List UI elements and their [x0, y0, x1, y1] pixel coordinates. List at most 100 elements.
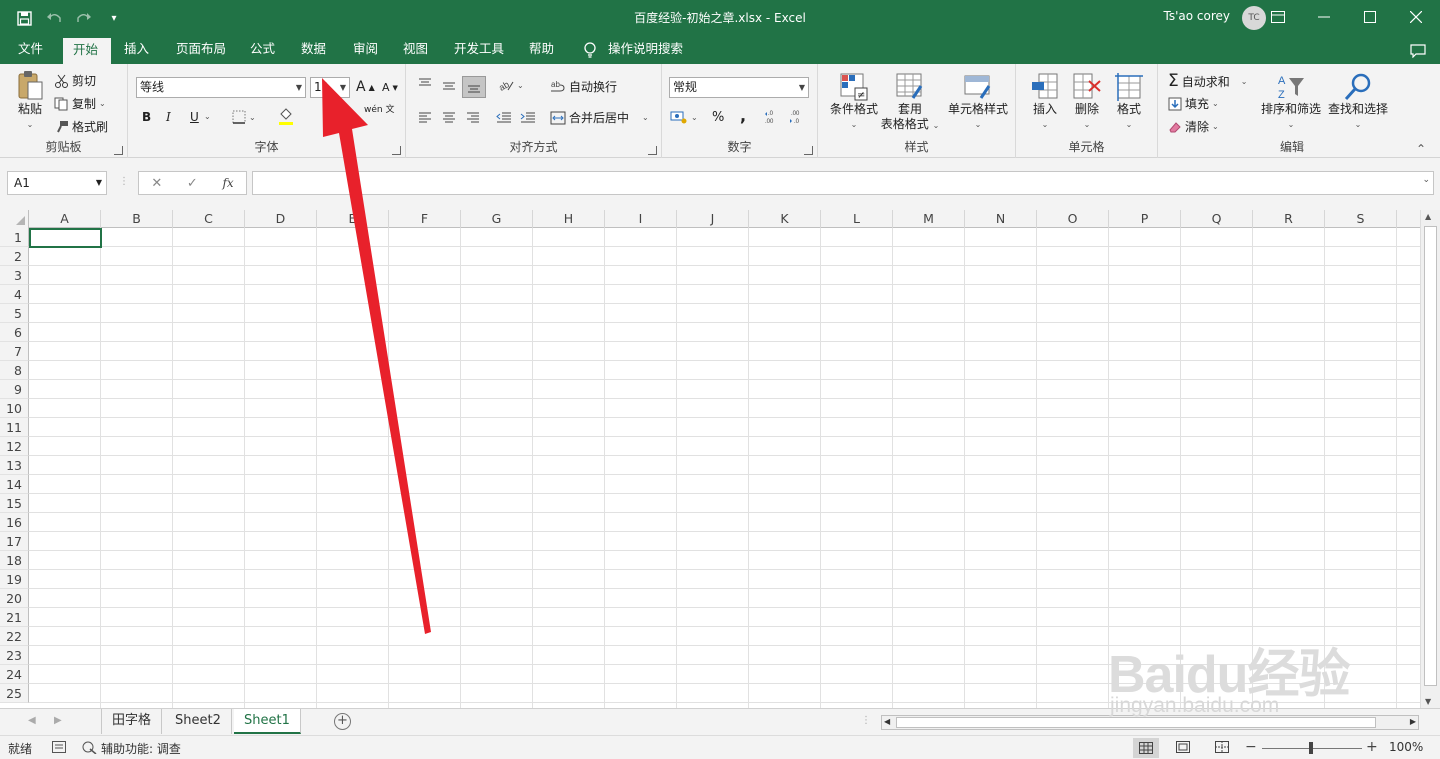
- accessibility-status[interactable]: 辅助功能: 调查: [101, 740, 181, 757]
- grow-font-button[interactable]: A ▲: [356, 79, 375, 95]
- column-header[interactable]: S: [1325, 210, 1397, 228]
- fill-color-button[interactable]: [278, 108, 294, 126]
- name-box[interactable]: A1 ▼: [7, 171, 107, 195]
- zoom-out-icon[interactable]: −: [1245, 739, 1257, 755]
- sheet-tab-sheet1[interactable]: Sheet1: [234, 709, 301, 734]
- row-header[interactable]: 12: [0, 437, 29, 456]
- scroll-left-icon[interactable]: ◀: [884, 717, 890, 726]
- border-button[interactable]: ⌄: [232, 110, 256, 124]
- tab-formulas[interactable]: 公式: [240, 36, 285, 64]
- align-left-icon[interactable]: [418, 111, 432, 123]
- column-header[interactable]: L: [821, 210, 893, 228]
- row-header[interactable]: 19: [0, 570, 29, 589]
- collapse-ribbon-icon[interactable]: ⌃: [1416, 142, 1426, 156]
- align-top-icon[interactable]: [418, 78, 432, 90]
- column-header[interactable]: M: [893, 210, 965, 228]
- decrease-decimal-icon[interactable]: .00.0: [788, 109, 806, 125]
- comma-button[interactable]: ,: [740, 106, 746, 125]
- cancel-icon[interactable]: ✕: [151, 176, 162, 191]
- column-header[interactable]: G: [461, 210, 533, 228]
- column-header[interactable]: A: [29, 210, 101, 228]
- tab-file[interactable]: 文件: [8, 36, 53, 64]
- dialog-launcher-icon[interactable]: [392, 146, 401, 155]
- macro-record-icon[interactable]: [52, 741, 66, 756]
- row-header[interactable]: 9: [0, 380, 29, 399]
- conditional-formatting-button[interactable]: ≠ 条件格式 ⌄: [824, 72, 884, 132]
- row-header[interactable]: 14: [0, 475, 29, 494]
- sheet-tab-sheet2[interactable]: Sheet2: [165, 709, 232, 734]
- orientation-button[interactable]: ab ⌄: [498, 78, 524, 92]
- wrap-text-button[interactable]: ab 自动换行: [550, 78, 617, 95]
- shrink-font-button[interactable]: A ▼: [382, 81, 398, 94]
- percent-button[interactable]: %: [712, 110, 724, 125]
- align-bottom-icon[interactable]: [462, 76, 486, 98]
- worksheet-grid[interactable]: ABCDEFGHIJKLMNOPQRS 1 2 3 4 5 6 7 8 9 10 11 12 13 14 1…: [0, 210, 1420, 708]
- align-middle-icon[interactable]: [442, 80, 456, 92]
- tab-insert[interactable]: 插入: [114, 36, 159, 64]
- column-header[interactable]: Q: [1181, 210, 1253, 228]
- row-header[interactable]: 24: [0, 665, 29, 684]
- increase-decimal-icon[interactable]: .0.00: [764, 109, 782, 125]
- insert-cells-button[interactable]: 插入 ⌄: [1026, 72, 1064, 132]
- column-header[interactable]: F: [389, 210, 461, 228]
- autosum-button[interactable]: Σ 自动求和 ⌄: [1168, 71, 1247, 91]
- expand-formula-icon[interactable]: ⌄: [1422, 175, 1430, 185]
- selected-cell[interactable]: [29, 228, 102, 248]
- maximize-icon[interactable]: [1356, 4, 1384, 30]
- zoom-level[interactable]: 100%: [1389, 740, 1423, 754]
- row-header[interactable]: 22: [0, 627, 29, 646]
- column-header[interactable]: C: [173, 210, 245, 228]
- font-size-select[interactable]: 11 ▼: [310, 77, 350, 98]
- dialog-launcher-icon[interactable]: [804, 146, 813, 155]
- vertical-scroll-thumb[interactable]: [1424, 226, 1437, 686]
- tab-split-grip[interactable]: ⋮: [861, 715, 871, 726]
- align-center-icon[interactable]: [442, 111, 456, 123]
- format-as-table-button[interactable]: 套用 表格格式 ⌄: [878, 72, 942, 133]
- comment-icon[interactable]: [1404, 38, 1432, 64]
- column-header[interactable]: N: [965, 210, 1037, 228]
- row-header[interactable]: 7: [0, 342, 29, 361]
- copy-button[interactable]: 复制 ⌄: [54, 95, 106, 112]
- row-header[interactable]: 25: [0, 684, 29, 703]
- row-header[interactable]: 16: [0, 513, 29, 532]
- minimize-icon[interactable]: [1310, 4, 1338, 30]
- paste-button[interactable]: 粘贴 ⌄: [12, 70, 48, 132]
- sheet-tab-tianzige[interactable]: 田字格: [101, 709, 163, 734]
- tab-home[interactable]: 开始: [63, 36, 111, 64]
- tab-developer[interactable]: 开发工具: [444, 36, 514, 64]
- column-header[interactable]: O: [1037, 210, 1109, 228]
- tab-page-layout[interactable]: 页面布局: [166, 36, 236, 64]
- row-header[interactable]: 17: [0, 532, 29, 551]
- scroll-up-icon[interactable]: ▲: [1425, 212, 1431, 221]
- underline-dropdown[interactable]: ⌄: [204, 112, 211, 121]
- row-header[interactable]: 20: [0, 589, 29, 608]
- delete-cells-button[interactable]: 删除 ⌄: [1068, 72, 1106, 132]
- avatar[interactable]: TC: [1242, 6, 1266, 30]
- horizontal-scrollbar[interactable]: ◀ ▶: [881, 715, 1419, 730]
- insert-function-button[interactable]: fx: [222, 176, 233, 190]
- clear-button[interactable]: 清除 ⌄: [1168, 118, 1219, 135]
- sheet-prev-icon[interactable]: ◀: [28, 715, 36, 726]
- add-sheet-icon[interactable]: +: [334, 713, 351, 730]
- check-icon[interactable]: ✓: [187, 176, 198, 191]
- row-header[interactable]: 11: [0, 418, 29, 437]
- cell-area[interactable]: [29, 228, 1420, 708]
- row-header[interactable]: 2: [0, 247, 29, 266]
- row-header[interactable]: 18: [0, 551, 29, 570]
- format-painter-button[interactable]: 格式刷: [54, 118, 108, 135]
- dialog-launcher-icon[interactable]: [114, 146, 123, 155]
- row-header[interactable]: 6: [0, 323, 29, 342]
- cell-styles-button[interactable]: 单元格样式 ⌄: [942, 72, 1014, 132]
- tell-me-search[interactable]: 操作说明搜索: [598, 36, 693, 64]
- sort-filter-button[interactable]: AZ 排序和筛选 ⌄: [1258, 72, 1324, 132]
- page-layout-view-icon[interactable]: [1176, 741, 1190, 756]
- row-header[interactable]: 15: [0, 494, 29, 513]
- tab-data[interactable]: 数据: [291, 36, 336, 64]
- accounting-format-button[interactable]: ⌄: [670, 110, 698, 124]
- zoom-slider-thumb[interactable]: [1309, 742, 1313, 754]
- row-header[interactable]: 23: [0, 646, 29, 665]
- bold-button[interactable]: B: [142, 110, 151, 124]
- tab-help[interactable]: 帮助: [519, 36, 564, 64]
- number-format-select[interactable]: 常规 ▼: [669, 77, 809, 98]
- cut-button[interactable]: 剪切: [54, 72, 96, 89]
